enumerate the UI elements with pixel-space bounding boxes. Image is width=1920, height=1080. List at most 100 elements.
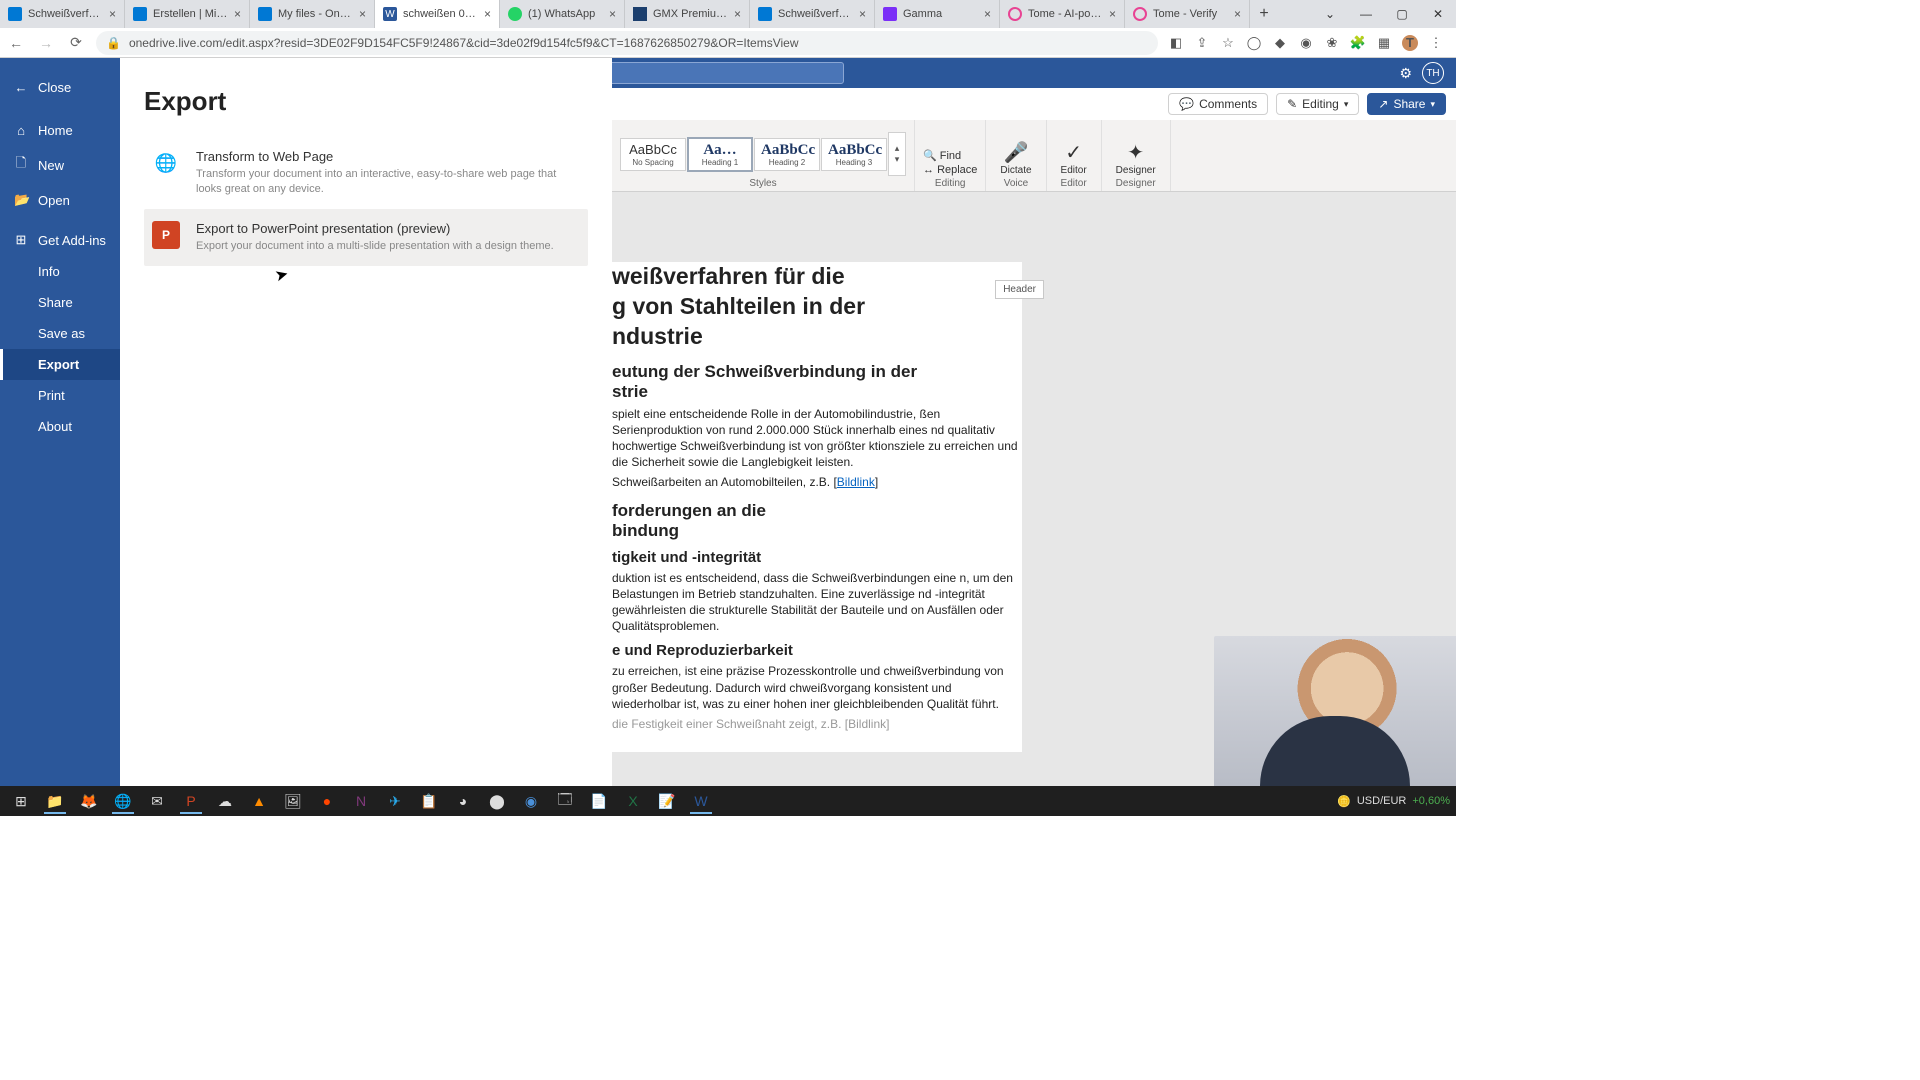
ext-icon[interactable]: ◯ (1246, 35, 1262, 51)
app-icon[interactable]: ◉ (516, 788, 546, 814)
excel-icon[interactable]: X (618, 788, 648, 814)
user-avatar[interactable]: TH (1422, 62, 1444, 84)
find-button[interactable]: 🔍 Find (923, 149, 961, 162)
close-icon[interactable]: × (1109, 7, 1116, 21)
tab-4[interactable]: (1) WhatsApp× (500, 0, 625, 28)
header-button[interactable]: Header (995, 280, 1044, 299)
editing-dropdown[interactable]: ✎Editing▾ (1276, 93, 1359, 115)
minimize-button[interactable]: — (1348, 0, 1384, 28)
close-icon[interactable]: × (484, 7, 491, 21)
editing-group: 🔍 Find ↔ Replace Editing (915, 120, 986, 191)
vlc-icon[interactable]: ▲ (244, 788, 274, 814)
onenote-icon[interactable]: N (346, 788, 376, 814)
close-icon[interactable]: × (859, 7, 866, 21)
style-no-spacing[interactable]: AaBbCcNo Spacing (620, 138, 686, 171)
share-button[interactable]: ↗Share▾ (1367, 93, 1446, 115)
nav-addins[interactable]: ⊞Get Add-ins (0, 224, 120, 256)
app-icon[interactable]: ● (312, 788, 342, 814)
nav-about[interactable]: About (0, 411, 120, 442)
tab-3[interactable]: Wschweißen 003.do× (375, 0, 500, 28)
app-icon[interactable]: 📋 (414, 788, 444, 814)
back-button[interactable]: ← (6, 35, 26, 51)
reload-button[interactable]: ⟳ (66, 34, 86, 51)
currency-widget[interactable]: 🪙 USD/EUR +0,60% (1337, 795, 1450, 808)
new-tab-button[interactable]: + (1250, 0, 1278, 28)
replace-button[interactable]: ↔ Replace (923, 164, 977, 176)
menu-icon[interactable]: ⋮ (1428, 35, 1444, 51)
puzzle-icon[interactable]: 🧩 (1350, 35, 1366, 51)
tab-1[interactable]: Erstellen | Microso× (125, 0, 250, 28)
close-button[interactable]: ✕ (1420, 0, 1456, 28)
app-icon[interactable]: ☁ (210, 788, 240, 814)
word-icon[interactable]: W (686, 788, 716, 814)
styles-more[interactable]: ▴▾ (888, 132, 906, 176)
app-icon[interactable]: 🖼 (278, 788, 308, 814)
nav-print[interactable]: Print (0, 380, 120, 411)
url-input[interactable]: 🔒 onedrive.live.com/edit.aspx?resid=3DE0… (96, 31, 1158, 55)
nav-new[interactable]: 🗋New (0, 146, 120, 184)
label: Open (38, 193, 70, 208)
star-icon[interactable]: ☆ (1220, 35, 1236, 51)
powerpoint-icon[interactable]: P (176, 788, 206, 814)
gear-icon[interactable]: ⚙ (1399, 65, 1412, 82)
close-icon[interactable]: × (109, 7, 116, 21)
nav-export[interactable]: Export (0, 349, 120, 380)
start-button[interactable]: ⊞ (6, 788, 36, 814)
ext-icon[interactable]: ◆ (1272, 35, 1288, 51)
export-webpage[interactable]: 🌐 Transform to Web Page Transform your d… (144, 137, 588, 209)
tab-label: GMX Premium - E (653, 8, 728, 20)
ext-icon[interactable]: ❀ (1324, 35, 1340, 51)
firefox-icon[interactable]: 🦊 (74, 788, 104, 814)
close-icon[interactable]: × (359, 7, 366, 21)
editor-button[interactable]: ✓Editor (1055, 139, 1093, 176)
app-icon[interactable]: 🗔 (550, 788, 580, 814)
style-heading-1[interactable]: Aa…Heading 1 (687, 137, 753, 172)
telegram-icon[interactable]: ✈ (380, 788, 410, 814)
home-icon: ⌂ (14, 123, 28, 138)
chevron-down-icon[interactable]: ⌄ (1312, 0, 1348, 28)
tab-6[interactable]: Schweißverfahren × (750, 0, 875, 28)
label: Share (1393, 97, 1425, 111)
nav-open[interactable]: 📂Open (0, 184, 120, 216)
app-icon[interactable]: ◕ (448, 788, 478, 814)
style-heading-2[interactable]: AaBbCcHeading 2 (754, 138, 820, 171)
app-icon[interactable]: 📝 (652, 788, 682, 814)
tab-label: Schweißverfahren (778, 8, 853, 20)
tab-0[interactable]: Schweißverfahren× (0, 0, 125, 28)
share-icon[interactable]: ⇪ (1194, 35, 1210, 51)
nav-share[interactable]: Share (0, 287, 120, 318)
tab-5[interactable]: GMX Premium - E × (625, 0, 750, 28)
export-powerpoint[interactable]: P Export to PowerPoint presentation (pre… (144, 209, 588, 266)
nav-home[interactable]: ⌂Home (0, 115, 120, 146)
nav-info[interactable]: Info (0, 256, 120, 287)
close-icon[interactable]: × (609, 7, 616, 21)
maximize-button[interactable]: ▢ (1384, 0, 1420, 28)
app-icon[interactable]: 📄 (584, 788, 614, 814)
comments-button[interactable]: 💬Comments (1168, 93, 1268, 115)
link[interactable]: Bildlink (837, 475, 875, 489)
tab-2[interactable]: My files - OneDriv× (250, 0, 375, 28)
forward-button[interactable]: → (36, 35, 56, 51)
ext-icon[interactable]: ▦ (1376, 35, 1392, 51)
close-icon[interactable]: × (984, 7, 991, 21)
app-icon[interactable]: ⬤ (482, 788, 512, 814)
doc-heading: weißverfahren für dieg von Stahlteilen i… (612, 262, 1022, 352)
ext-icon[interactable]: ◉ (1298, 35, 1314, 51)
explorer-icon[interactable]: 📁 (40, 788, 70, 814)
ext-icon[interactable]: ◧ (1168, 35, 1184, 51)
tab-8[interactable]: Tome - AI-powere× (1000, 0, 1125, 28)
chrome-icon[interactable]: 🌐 (108, 788, 138, 814)
outlook-icon[interactable]: ✉ (142, 788, 172, 814)
close-icon[interactable]: × (734, 7, 741, 21)
style-heading-3[interactable]: AaBbCcHeading 3 (821, 138, 887, 171)
tab-7[interactable]: Gamma× (875, 0, 1000, 28)
tab-9[interactable]: Tome - Verify× (1125, 0, 1250, 28)
label: Export (38, 357, 79, 372)
close-icon[interactable]: × (1234, 7, 1241, 21)
backstage-close[interactable]: ←Close (0, 72, 120, 103)
nav-saveas[interactable]: Save as (0, 318, 120, 349)
profile-avatar[interactable]: T (1402, 35, 1418, 51)
dictate-button[interactable]: 🎤Dictate (994, 139, 1037, 176)
designer-button[interactable]: ✦Designer (1110, 139, 1162, 176)
close-icon[interactable]: × (234, 7, 241, 21)
